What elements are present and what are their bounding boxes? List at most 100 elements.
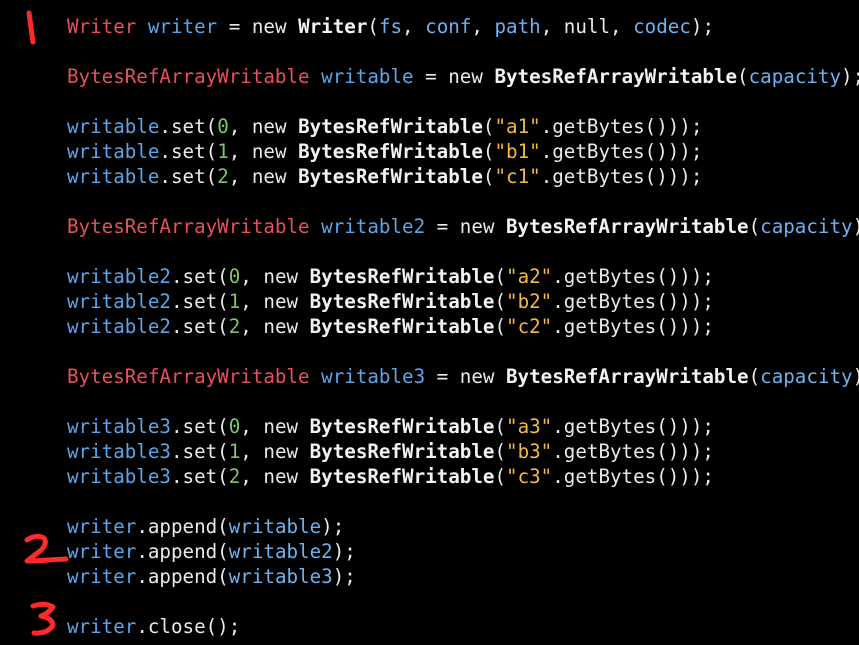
code-token: ); [853,365,859,388]
code-token: writable3 [67,415,171,438]
code-token: .getBytes())); [552,440,714,463]
blank-line[interactable] [67,389,859,414]
code-token: , new [228,115,299,138]
code-line[interactable]: writer.append(writable2); [67,539,859,564]
code-token: writable [321,65,414,88]
code-token: .append( [136,565,229,588]
code-token: ( [494,290,507,313]
blank-line[interactable] [67,589,859,614]
code-token: ( [748,365,761,388]
code-line[interactable]: writer.append(writable3); [67,564,859,589]
code-token: ( [482,140,495,163]
code-token: ( [482,115,495,138]
code-token: BytesRefWritable [309,315,495,338]
blank-line[interactable] [67,89,859,114]
code-token: , [471,15,495,38]
code-line[interactable]: writer.append(writable); [67,514,859,539]
code-token: .set( [170,290,229,313]
code-line[interactable]: BytesRefArrayWritable writable2 = new By… [67,214,859,239]
code-token: 0 [217,115,229,138]
code-token: , new [240,265,310,288]
code-token: Writer [67,15,137,38]
code-token: writable3 [321,365,426,388]
code-line[interactable]: BytesRefArrayWritable writable = new Byt… [67,64,859,89]
code-token: writable [228,515,322,538]
code-token: , new [240,415,310,438]
code-block[interactable]: Writer writer = new Writer(fs, conf, pat… [67,14,859,639]
code-line[interactable]: BytesRefArrayWritable writable3 = new By… [67,364,859,389]
code-token: BytesRefWritable [309,440,495,463]
code-token: ); [332,565,356,588]
code-token: capacity [748,65,842,88]
code-token: writable3 [67,465,171,488]
code-token: capacity [760,365,853,388]
blank-line[interactable] [67,239,859,264]
code-token: "b1" [494,140,541,163]
code-token: BytesRefArrayWritable [67,65,310,88]
code-token: BytesRefArrayWritable [494,65,738,88]
code-token: writable [67,140,160,163]
code-token: BytesRefArrayWritable [506,365,749,388]
code-token: , new [240,465,310,488]
code-token: ( [482,165,495,188]
code-token: , new [240,290,310,313]
blank-line[interactable] [67,339,859,364]
code-token: ( [367,15,379,38]
blank-line[interactable] [67,39,859,64]
code-token: "c2" [506,315,553,338]
code-token: , new [228,140,299,163]
code-line[interactable]: writable3.set(2, new BytesRefWritable("c… [67,464,859,489]
code-token: 0 [228,265,241,288]
code-token: writer [67,615,137,638]
code-line[interactable]: Writer writer = new Writer(fs, conf, pat… [67,14,859,39]
code-token: , new [228,165,299,188]
code-token: writable2 [67,265,171,288]
code-token: codec [633,15,691,38]
code-line[interactable]: writable2.set(1, new BytesRefWritable("b… [67,289,859,314]
code-token: 2 [217,165,229,188]
code-token: .getBytes())); [540,140,703,163]
code-line[interactable]: writable2.set(0, new BytesRefWritable("a… [67,264,859,289]
code-token: ); [332,540,356,563]
blank-line[interactable] [67,489,859,514]
code-token: ); [321,515,345,538]
code-token: ); [690,15,714,38]
code-token: ); [841,65,859,88]
code-token: , null, [540,15,634,38]
code-line[interactable]: writable.set(2, new BytesRefWritable("c1… [67,164,859,189]
code-line[interactable]: writer.close(); [67,614,859,639]
code-line[interactable]: writable3.set(1, new BytesRefWritable("b… [67,439,859,464]
code-editor[interactable]: Writer writer = new Writer(fs, conf, pat… [0,0,859,645]
code-token: writer [67,540,137,563]
code-token: "b3" [506,440,553,463]
code-token: writer [67,565,137,588]
code-token: .getBytes())); [552,290,714,313]
blank-line[interactable] [67,189,859,214]
code-token: , new [240,440,310,463]
code-token: BytesRefArrayWritable [67,215,310,238]
code-token: BytesRefWritable [309,265,495,288]
code-token: "a1" [494,115,541,138]
code-token: ( [748,215,761,238]
code-token: Writer [298,15,368,38]
code-token: ( [737,65,749,88]
code-token: 1 [228,440,241,463]
code-token: 1 [217,140,229,163]
code-token: 0 [228,415,241,438]
code-token: "b2" [506,290,553,313]
code-line[interactable]: writable2.set(2, new BytesRefWritable("c… [67,314,859,339]
code-token: .set( [170,265,229,288]
code-token: writable [67,115,160,138]
code-token: BytesRefWritable [298,165,483,188]
code-token: BytesRefArrayWritable [506,215,749,238]
code-token: .getBytes())); [540,165,703,188]
code-line[interactable]: writable.set(0, new BytesRefWritable("a1… [67,114,859,139]
code-token: writable2 [321,215,426,238]
code-token: .set( [159,165,218,188]
code-line[interactable]: writable.set(1, new BytesRefWritable("b1… [67,139,859,164]
code-token: .set( [170,465,229,488]
code-token: ( [494,265,507,288]
code-line[interactable]: writable3.set(0, new BytesRefWritable("a… [67,414,859,439]
